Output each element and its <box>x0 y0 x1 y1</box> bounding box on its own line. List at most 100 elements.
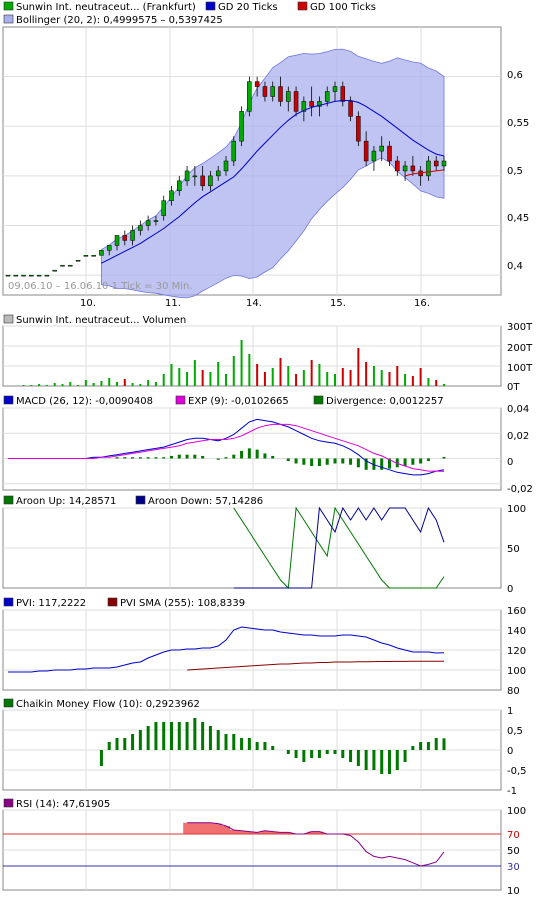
divergence-bar <box>146 457 150 459</box>
divergence-bar <box>302 458 306 465</box>
volume-bar <box>22 385 25 386</box>
cmf-bar <box>294 750 298 758</box>
rsi-panel <box>2 809 502 891</box>
candle-body <box>60 264 65 267</box>
candle-body <box>44 274 50 277</box>
candle-body <box>254 81 260 87</box>
cmf-bar <box>434 738 438 750</box>
macd-plot-frame <box>2 407 502 491</box>
cmf-bar <box>138 730 142 750</box>
aroon-tick-0: 0 <box>507 584 513 595</box>
volume-bar <box>326 372 329 386</box>
cmf-bar <box>185 722 189 750</box>
cmf-bar <box>341 750 345 758</box>
volume-bar <box>435 380 438 386</box>
x-tick-14: 14. <box>246 298 262 309</box>
divergence-bar <box>224 457 228 459</box>
cmf-bar <box>380 750 384 774</box>
candle-body <box>247 81 252 112</box>
candle-body <box>29 274 34 277</box>
cmf-bar <box>356 750 360 766</box>
bollinger-legend-swatch <box>3 14 14 24</box>
pvi-panel <box>2 609 502 691</box>
volume-bar <box>154 382 157 386</box>
candle-body <box>309 101 314 107</box>
volume-bar <box>341 368 344 386</box>
volume-bar <box>162 374 165 386</box>
volume-bar <box>295 374 298 386</box>
volume-bar <box>240 340 243 386</box>
cmf-y-ticks: 1 0,5 0 -0,5 -1 <box>507 706 527 797</box>
cmf-bar <box>170 722 173 750</box>
candle-body <box>169 190 174 201</box>
gd100-legend-label: GD 100 Ticks <box>310 2 376 13</box>
y-tick-0-55: 0,55 <box>507 118 529 129</box>
candle-body <box>426 160 431 177</box>
volume-bar <box>116 382 118 386</box>
aroon-panel <box>2 506 502 590</box>
volume-bar <box>349 370 352 386</box>
candle-body <box>410 165 416 172</box>
rsi-tick-50: 50 <box>507 846 520 857</box>
divergence-legend-label: Divergence: 0,0012257 <box>326 396 444 407</box>
cmf-bar <box>240 738 244 750</box>
divergence-bar <box>123 457 127 459</box>
rsi-tick-30: 30 <box>507 862 520 873</box>
pvi-tick-160: 160 <box>507 606 526 617</box>
cmf-bar <box>146 726 150 750</box>
divergence-bar <box>426 458 430 461</box>
volume-legend-label: Sunwin Int. neutraceut... Volumen <box>16 315 186 326</box>
cmf-bar <box>154 722 158 750</box>
pvi-sma-legend-label: PVI SMA (255): 108,8339 <box>120 598 245 609</box>
cmf-bar <box>317 750 321 758</box>
candle-body <box>91 255 96 257</box>
volume-bar <box>147 380 150 386</box>
divergence-bar <box>216 458 220 460</box>
candle-body <box>433 160 439 167</box>
volume-bar <box>178 368 181 386</box>
rsi-tick-10: 10 <box>507 886 520 897</box>
cmf-bar <box>333 750 337 754</box>
volume-bar <box>131 383 134 386</box>
divergence-bar <box>138 457 142 459</box>
macd-tick-0-02: 0,02 <box>507 431 529 442</box>
candle-body <box>177 180 182 192</box>
volume-bar <box>411 376 414 386</box>
volume-bar <box>69 382 72 386</box>
pvi-tick-120: 120 <box>507 646 526 657</box>
macd-tick-0: 0 <box>507 457 513 468</box>
volume-bar <box>263 372 266 386</box>
candle-body <box>340 86 346 102</box>
volume-bar <box>77 385 80 386</box>
candle-body <box>363 140 369 162</box>
cmf-bar <box>107 742 111 750</box>
cmf-tick-0-5: 0,5 <box>507 726 523 737</box>
candle-body <box>114 235 120 246</box>
divergence-bar <box>255 449 259 459</box>
divergence-bar <box>185 454 189 459</box>
cmf-bar <box>177 722 181 750</box>
divergence-bar <box>131 457 135 459</box>
cmf-tick-neg-1: -1 <box>507 786 517 797</box>
pvi-sma-legend-swatch <box>107 597 118 607</box>
volume-y-ticks: 300T 200T 100T 0T <box>507 322 533 393</box>
volume-plot-frame <box>2 325 502 387</box>
exp-legend-swatch <box>175 395 186 405</box>
cmf-tick-neg-0-5: -0,5 <box>507 766 527 777</box>
divergence-bar <box>240 450 244 459</box>
volume-bar <box>365 362 368 386</box>
cmf-bar <box>99 750 103 766</box>
vol-tick-100t: 100T <box>507 363 533 374</box>
cmf-bar <box>208 726 212 750</box>
volume-bar <box>30 385 33 386</box>
cmf-bar <box>419 742 423 750</box>
divergence-bar <box>115 457 119 459</box>
candle-body <box>239 111 244 142</box>
candle-body <box>145 220 151 226</box>
pvi-tick-140: 140 <box>507 626 526 637</box>
volume-bar <box>225 374 227 386</box>
pvi-legend-label: PVI: 117,2222 <box>16 598 86 609</box>
divergence-bar <box>232 454 236 459</box>
volume-bar <box>123 379 126 386</box>
vol-tick-0t: 0T <box>507 382 520 393</box>
